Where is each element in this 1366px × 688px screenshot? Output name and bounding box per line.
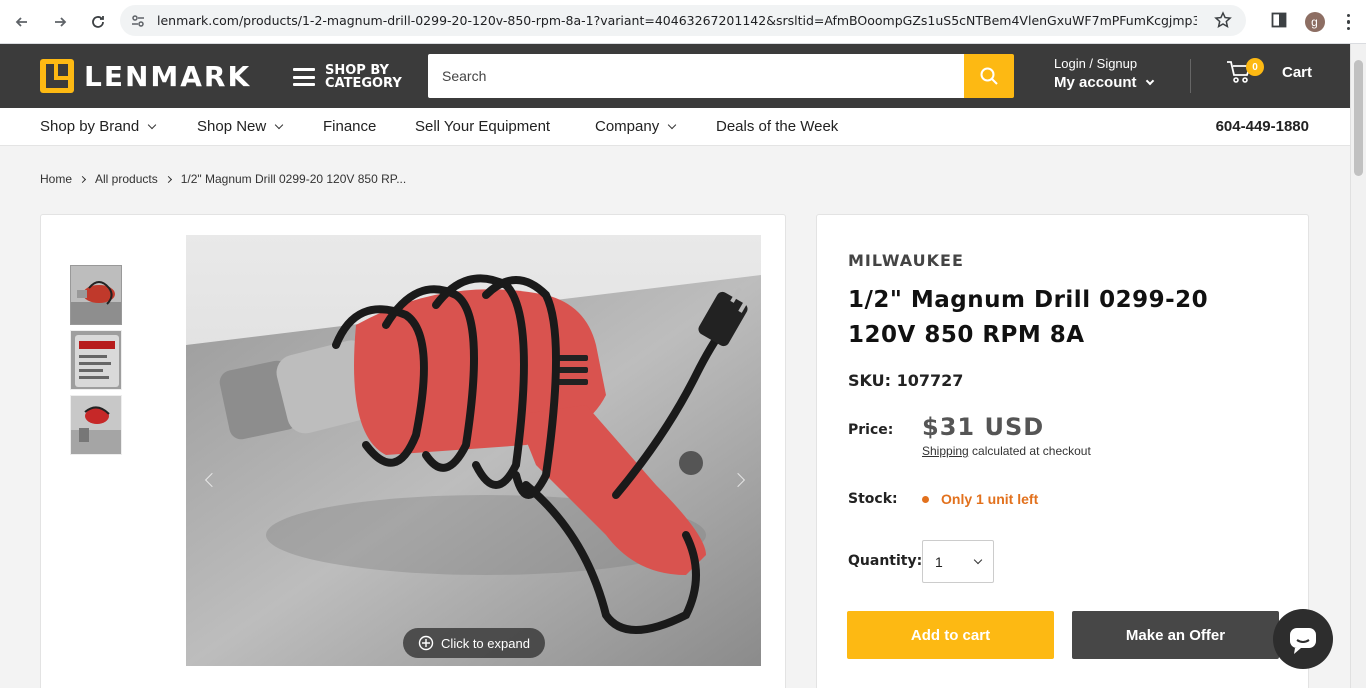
thumbnail-drill-label[interactable] bbox=[70, 330, 122, 390]
product-info-panel: MILWAUKEE 1/2" Magnum Drill 0299-20 120V… bbox=[816, 214, 1309, 688]
nav-shop-by-brand[interactable]: Shop by Brand bbox=[40, 118, 157, 135]
chevron-right-icon bbox=[78, 175, 87, 183]
quantity-select[interactable]: 1 bbox=[922, 540, 994, 583]
lenmark-logo[interactable]: LENMARK bbox=[40, 59, 251, 93]
side-panel-icon[interactable] bbox=[1271, 12, 1287, 33]
main-navigation: Shop by Brand Shop New Finance Sell Your… bbox=[0, 108, 1350, 146]
site-info-icon[interactable] bbox=[130, 13, 146, 34]
back-icon[interactable] bbox=[10, 10, 34, 34]
site-header: LENMARK SHOP BY CATEGORY Login / Signup … bbox=[0, 44, 1350, 108]
make-an-offer-button[interactable]: Make an Offer bbox=[1072, 611, 1279, 659]
shop-by-category-button[interactable]: SHOP BY CATEGORY bbox=[293, 64, 405, 90]
url-text: lenmark.com/products/1-2-magnum-drill-02… bbox=[157, 13, 1197, 28]
chevron-down-icon bbox=[1145, 76, 1154, 85]
bookmark-star-icon[interactable] bbox=[1214, 11, 1232, 34]
chevron-down-icon bbox=[973, 555, 983, 564]
click-to-expand-button[interactable]: Click to expand bbox=[403, 628, 545, 658]
nav-label: Company bbox=[595, 118, 660, 135]
quantity-label: Quantity: bbox=[848, 553, 923, 569]
stock-dot-icon bbox=[922, 495, 929, 503]
nav-label: Shop by Brand bbox=[40, 118, 140, 135]
price-label: Price: bbox=[848, 422, 894, 438]
shipping-note-text: calculated at checkout bbox=[968, 444, 1091, 458]
chat-widget-button[interactable] bbox=[1273, 609, 1333, 669]
product-main-image[interactable] bbox=[186, 235, 761, 666]
add-to-cart-button[interactable]: Add to cart bbox=[847, 611, 1054, 659]
breadcrumb: Home All products 1/2" Magnum Drill 0299… bbox=[40, 172, 406, 186]
breadcrumb-home[interactable]: Home bbox=[40, 172, 72, 186]
thumbnail-drill-angle[interactable] bbox=[70, 395, 122, 455]
nav-label: Deals of the Week bbox=[716, 118, 839, 135]
nav-company[interactable]: Company bbox=[595, 118, 677, 135]
chevron-down-icon bbox=[274, 120, 284, 129]
page-scrollbar[interactable] bbox=[1350, 44, 1366, 688]
nav-label: Shop New bbox=[197, 118, 267, 135]
chat-icon bbox=[1290, 628, 1316, 654]
my-account-dropdown[interactable]: My account bbox=[1054, 74, 1154, 91]
breadcrumb-all-products[interactable]: All products bbox=[95, 172, 158, 186]
logo-text: LENMARK bbox=[84, 59, 252, 93]
stock-status: Only 1 unit left bbox=[922, 491, 1038, 507]
stock-value: Only 1 unit left bbox=[941, 491, 1039, 507]
search-input[interactable] bbox=[428, 54, 964, 98]
nav-shop-new[interactable]: Shop New bbox=[197, 118, 284, 135]
thumbnail-drill-side[interactable] bbox=[70, 265, 122, 325]
account-menu[interactable]: Login / Signup My account bbox=[1054, 56, 1154, 91]
header-divider bbox=[1190, 59, 1191, 93]
kebab-menu-icon[interactable] bbox=[1346, 13, 1350, 31]
breadcrumb-current: 1/2" Magnum Drill 0299-20 120V 850 RP... bbox=[180, 172, 407, 186]
cart-count-badge: 0 bbox=[1246, 58, 1264, 76]
lenmark-logo-icon bbox=[40, 59, 74, 93]
search-button[interactable] bbox=[964, 54, 1014, 98]
chevron-down-icon bbox=[667, 120, 677, 129]
address-bar[interactable]: lenmark.com/products/1-2-magnum-drill-02… bbox=[120, 5, 1246, 36]
nav-sell-your-equipment[interactable]: Sell Your Equipment bbox=[415, 118, 550, 135]
nav-label: Sell Your Equipment bbox=[415, 118, 551, 135]
cart-label: Cart bbox=[1282, 63, 1313, 81]
browser-toolbar: lenmark.com/products/1-2-magnum-drill-02… bbox=[0, 0, 1366, 44]
nav-finance[interactable]: Finance bbox=[323, 118, 376, 135]
scrollbar-thumb[interactable] bbox=[1354, 60, 1363, 176]
login-signup-link[interactable]: Login / Signup bbox=[1054, 56, 1153, 71]
product-brand[interactable]: MILWAUKEE bbox=[848, 251, 964, 270]
profile-avatar[interactable]: g bbox=[1304, 12, 1325, 32]
shipping-link[interactable]: Shipping bbox=[922, 444, 969, 458]
search-bar bbox=[428, 54, 1014, 98]
stock-label: Stock: bbox=[848, 491, 898, 507]
hamburger-icon bbox=[293, 68, 315, 86]
product-title: 1/2" Magnum Drill 0299-20 120V 850 RPM 8… bbox=[848, 287, 1209, 348]
chevron-right-icon bbox=[164, 175, 172, 183]
product-gallery: Click to expand bbox=[40, 214, 786, 688]
expand-label: Click to expand bbox=[441, 635, 530, 651]
product-price: $31 USD bbox=[922, 413, 1045, 441]
nav-label: Finance bbox=[323, 118, 377, 135]
forward-icon[interactable] bbox=[48, 10, 72, 34]
search-icon bbox=[980, 67, 998, 85]
cart-button[interactable]: 0 Cart bbox=[1226, 58, 1313, 84]
my-account-label: My account bbox=[1054, 74, 1137, 91]
phone-number[interactable]: 604-449-1880 bbox=[1216, 118, 1309, 135]
shop-by-category-label: SHOP BY CATEGORY bbox=[325, 63, 402, 91]
reload-icon[interactable] bbox=[86, 10, 110, 34]
thumbnail-list bbox=[70, 265, 122, 460]
shipping-note: Shipping calculated at checkout bbox=[922, 444, 1091, 458]
quantity-value: 1 bbox=[935, 553, 943, 570]
chevron-down-icon bbox=[148, 120, 157, 129]
zoom-plus-icon bbox=[418, 635, 434, 651]
product-sku: SKU: 107727 bbox=[848, 371, 964, 390]
nav-deals-of-the-week[interactable]: Deals of the Week bbox=[716, 118, 838, 135]
